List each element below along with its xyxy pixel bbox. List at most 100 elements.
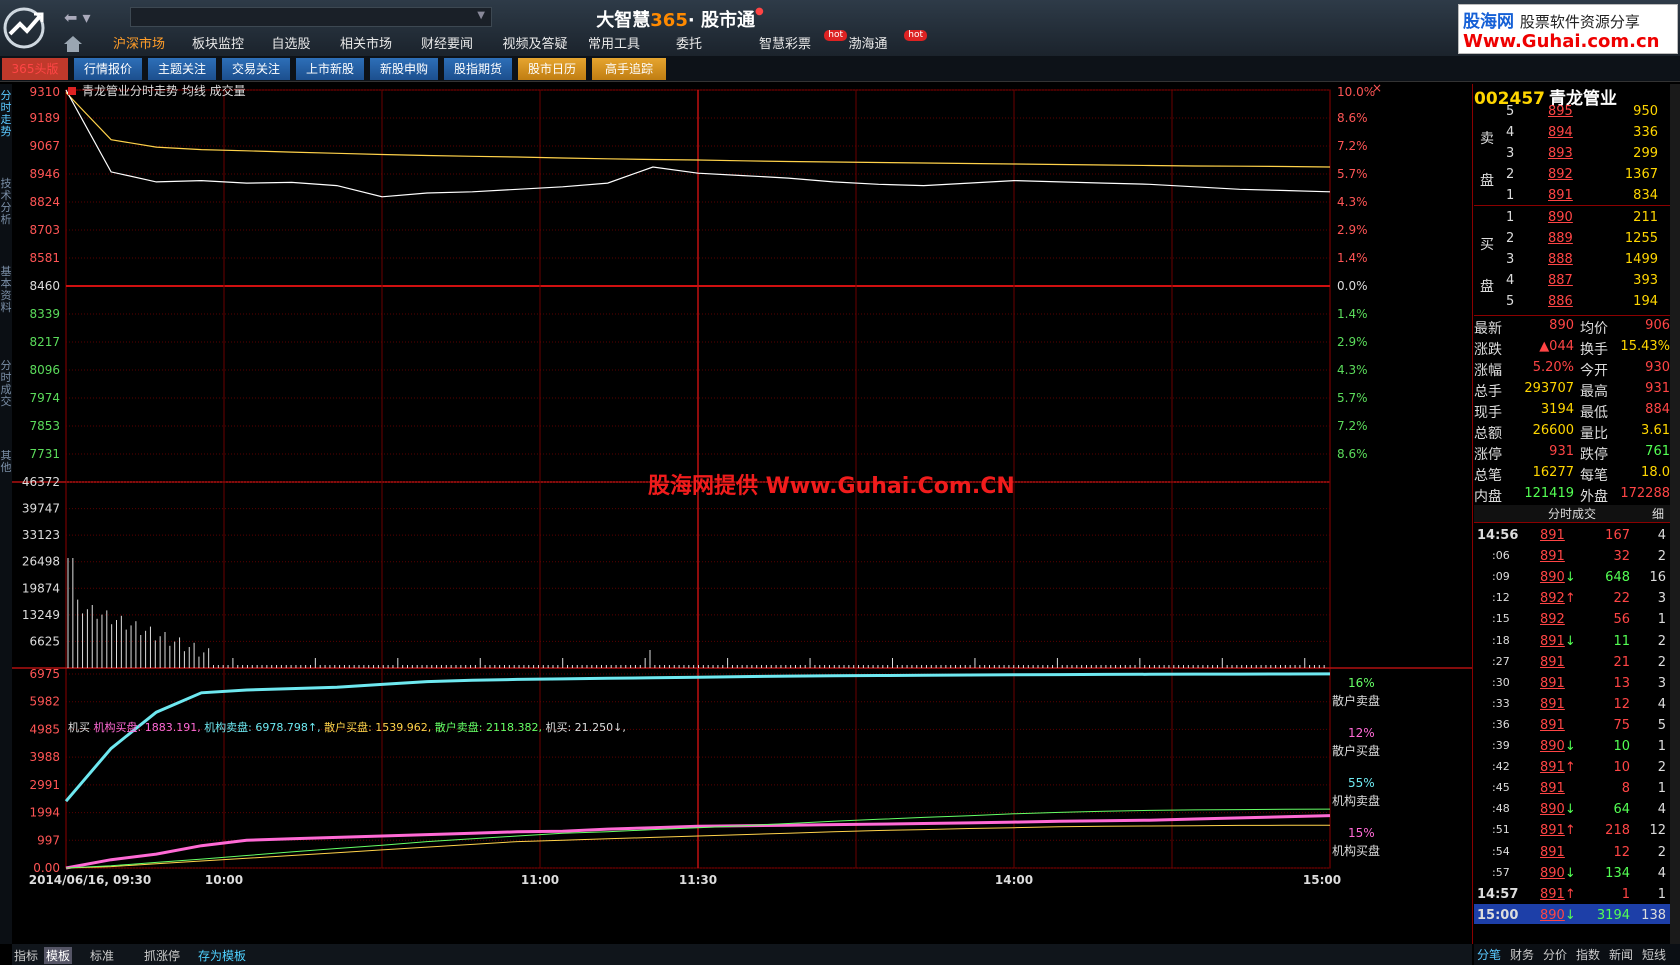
ask-price[interactable]: 891	[1548, 188, 1573, 203]
stat-key: 最低	[1580, 405, 1608, 421]
tab-2[interactable]: 主题关注	[148, 58, 216, 80]
pct-tick: 5.7%	[1337, 391, 1368, 405]
app-window: ⬅ ▾ ▼ 大智慧365· 股市通● 股海网 股票软件资源分享 Www.Guha…	[0, 0, 1680, 965]
trade-price[interactable]: 892	[1540, 612, 1565, 627]
vtab-2[interactable]: 基本资料	[0, 266, 12, 346]
bid-level: 3	[1506, 252, 1515, 267]
trade-price[interactable]: 891	[1540, 549, 1565, 564]
buy-label-2: 盘	[1480, 279, 1494, 295]
bottom-tab-4[interactable]: 存为模板	[198, 947, 246, 964]
trade-price[interactable]: 891↑	[1540, 887, 1576, 902]
bottom-tab-1[interactable]: 模板	[44, 947, 73, 964]
trade-price[interactable]: 891	[1540, 697, 1565, 712]
nav-1[interactable]: 板块监控	[182, 34, 254, 56]
price-tick: 9067	[29, 139, 60, 153]
trade-price[interactable]: 890↓	[1540, 570, 1576, 585]
trade-price[interactable]: 892↑	[1540, 591, 1576, 606]
trade-price[interactable]: 891	[1540, 845, 1565, 860]
stat-key: 量比	[1580, 426, 1608, 442]
nav-2[interactable]: 自选股	[262, 34, 320, 56]
price-tick: 7853	[29, 419, 60, 433]
right-tab-4[interactable]: 新闻	[1609, 946, 1633, 963]
tab-5[interactable]: 新股申购	[370, 58, 438, 80]
price-tick: 9310	[29, 85, 60, 99]
ask-price[interactable]: 895	[1548, 104, 1573, 119]
tab-0[interactable]: 365头版	[2, 58, 68, 80]
bottom-tab-3[interactable]: 抓涨停	[144, 947, 180, 964]
trade-price[interactable]: 890↓	[1540, 739, 1576, 754]
ask-price[interactable]: 894	[1548, 125, 1573, 140]
ask-price[interactable]: 892	[1548, 167, 1573, 182]
bottom-tab-0[interactable]: 指标	[14, 947, 38, 964]
trade-price[interactable]: 891	[1540, 781, 1565, 796]
trade-price[interactable]: 891	[1540, 655, 1565, 670]
arrow-down-icon: ↓	[1564, 570, 1576, 586]
trade-price[interactable]: 891	[1540, 676, 1565, 691]
tab-8[interactable]: 高手追踪	[592, 58, 666, 80]
home-icon[interactable]	[62, 34, 84, 54]
tab-7[interactable]: 股市日历	[518, 58, 586, 80]
trade-price[interactable]: 891↑	[1540, 823, 1576, 838]
trade-price[interactable]: 890↓	[1540, 908, 1576, 923]
stat-value: 890	[1549, 318, 1574, 333]
right-tab-0[interactable]: 分笔	[1477, 946, 1501, 963]
trade-price[interactable]: 891↓	[1540, 634, 1576, 649]
brand-365: 365	[650, 10, 688, 31]
ind-tick: 3988	[29, 750, 60, 764]
vtab-0[interactable]: 分时走势	[0, 90, 12, 160]
trade-price[interactable]: 890↓	[1540, 866, 1576, 881]
stat-key: 今开	[1580, 363, 1608, 379]
right-tab-5[interactable]: 短线	[1642, 946, 1666, 963]
app-title: 大智慧365· 股市通●	[560, 6, 800, 32]
nav-0[interactable]: 沪深市场	[100, 34, 178, 56]
trade-volume: 3194	[1596, 907, 1630, 923]
nav-3[interactable]: 相关市场	[330, 34, 402, 56]
guhai-ad-banner[interactable]: 股海网 股票软件资源分享 Www.Guhai.com.cn	[1458, 4, 1678, 54]
stat-value: 3.61	[1641, 423, 1670, 438]
side-name-1: 散户买盘	[1332, 744, 1381, 758]
tab-6[interactable]: 股指期货	[444, 58, 512, 80]
address-dropdown[interactable]: ▼	[130, 7, 492, 27]
tab-3[interactable]: 交易关注	[222, 58, 290, 80]
bid-price[interactable]: 890	[1548, 210, 1573, 225]
vtab-4[interactable]: 其他	[0, 450, 12, 490]
stat-value: 18.0	[1641, 465, 1670, 480]
pct-tick: 8.6%	[1337, 111, 1368, 125]
bid-price[interactable]: 886	[1548, 294, 1573, 309]
trades-detail-button[interactable]: 细	[1652, 505, 1664, 522]
nav-7[interactable]: 委托	[672, 34, 706, 56]
nav-9[interactable]: 渤海通 hot	[835, 30, 927, 56]
bid-volume: 1255	[1624, 231, 1658, 246]
tab-1[interactable]: 行情报价	[74, 58, 142, 80]
trade-price[interactable]: 890↓	[1540, 802, 1576, 817]
vtab-3[interactable]: 分时成交	[0, 360, 12, 440]
trade-price[interactable]: 891	[1540, 528, 1565, 543]
price-tick: 7731	[29, 447, 60, 461]
right-tab-1[interactable]: 财务	[1510, 946, 1534, 963]
nav-8[interactable]: 智慧彩票 hot	[745, 30, 847, 56]
nav-4[interactable]: 财经要闻	[410, 34, 484, 56]
arrow-up-icon: ↑	[1564, 823, 1576, 839]
stat-key: 内盘	[1474, 489, 1502, 505]
nav-6[interactable]: 常用工具	[585, 34, 643, 56]
trade-price[interactable]: 891	[1540, 718, 1565, 733]
trade-price[interactable]: 891↑	[1540, 760, 1576, 775]
right-tab-3[interactable]: 指数	[1576, 946, 1600, 963]
trade-volume: 8	[1621, 781, 1630, 797]
tab-4[interactable]: 上市新股	[296, 58, 364, 80]
stat-value: 15.43%	[1620, 339, 1670, 354]
trade-time: :09	[1492, 570, 1510, 584]
bid-price[interactable]: 887	[1548, 273, 1573, 288]
bottom-tab-2[interactable]: 标准	[90, 947, 114, 964]
trade-count: 2	[1657, 760, 1666, 776]
nav-5[interactable]: 视频及答疑	[492, 34, 578, 56]
vtab-1[interactable]: 技术分析	[0, 178, 12, 248]
scrollbar[interactable]	[1670, 84, 1680, 944]
bid-price[interactable]: 888	[1548, 252, 1573, 267]
bid-price[interactable]: 889	[1548, 231, 1573, 246]
ask-price[interactable]: 893	[1548, 146, 1573, 161]
intraday-chart[interactable]: 9310 9189 9067 8946 8824 8703 8581 8460 8339 8217…	[12, 84, 1472, 944]
ad-tagline: 股票软件资源分享	[1519, 13, 1640, 31]
back-arrow-icon[interactable]: ⬅ ▾	[64, 8, 102, 30]
right-tab-2[interactable]: 分价	[1543, 946, 1567, 963]
